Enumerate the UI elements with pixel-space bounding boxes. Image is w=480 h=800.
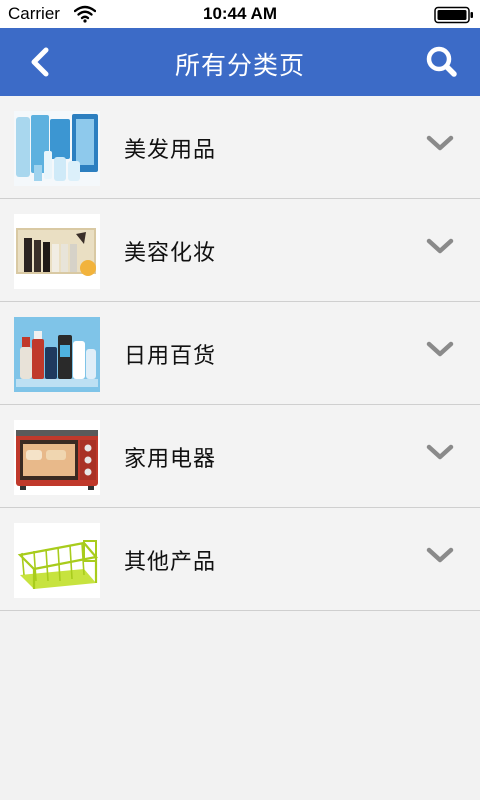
chevron-down-icon (426, 135, 454, 151)
page-title: 所有分类页 (174, 51, 305, 80)
category-label: 美容化妆 (124, 241, 217, 266)
category-label: 其他产品 (124, 550, 217, 575)
battery-icon (434, 6, 473, 24)
chevron-down-icon (426, 547, 454, 563)
category-label: 家用电器 (124, 447, 217, 472)
nav-bar: 所有分类页 (0, 28, 480, 96)
category-label: 美发用品 (124, 138, 217, 163)
list-item-appliances[interactable]: 家用电器 (0, 405, 480, 508)
cosmetics-gift-box-image (14, 214, 100, 289)
list-item-cosmetics[interactable]: 美容化妆 (0, 199, 480, 302)
toaster-oven-image (14, 420, 100, 495)
chevron-down-icon (426, 444, 454, 460)
list-item-daily-goods[interactable]: 日用百货 (0, 302, 480, 405)
category-label: 日用百货 (124, 344, 217, 369)
dish-rack-image (14, 523, 100, 598)
chevron-down-icon (426, 238, 454, 254)
list-item-other[interactable]: 其他产品 (0, 508, 480, 611)
daily-necessities-bottles-image (14, 317, 100, 392)
list-item-hair-care[interactable]: 美发用品 (0, 96, 480, 199)
hair-care-products-image (14, 111, 100, 186)
search-button[interactable] (422, 42, 462, 82)
chevron-down-icon (426, 341, 454, 357)
category-list: 美发用品 美容化妆 日用百货 家用电器 其他产品 (0, 96, 480, 611)
status-time: 10:44 AM (202, 4, 277, 23)
status-bar: Carrier 10:44 AM (0, 0, 480, 28)
search-icon (426, 46, 457, 77)
